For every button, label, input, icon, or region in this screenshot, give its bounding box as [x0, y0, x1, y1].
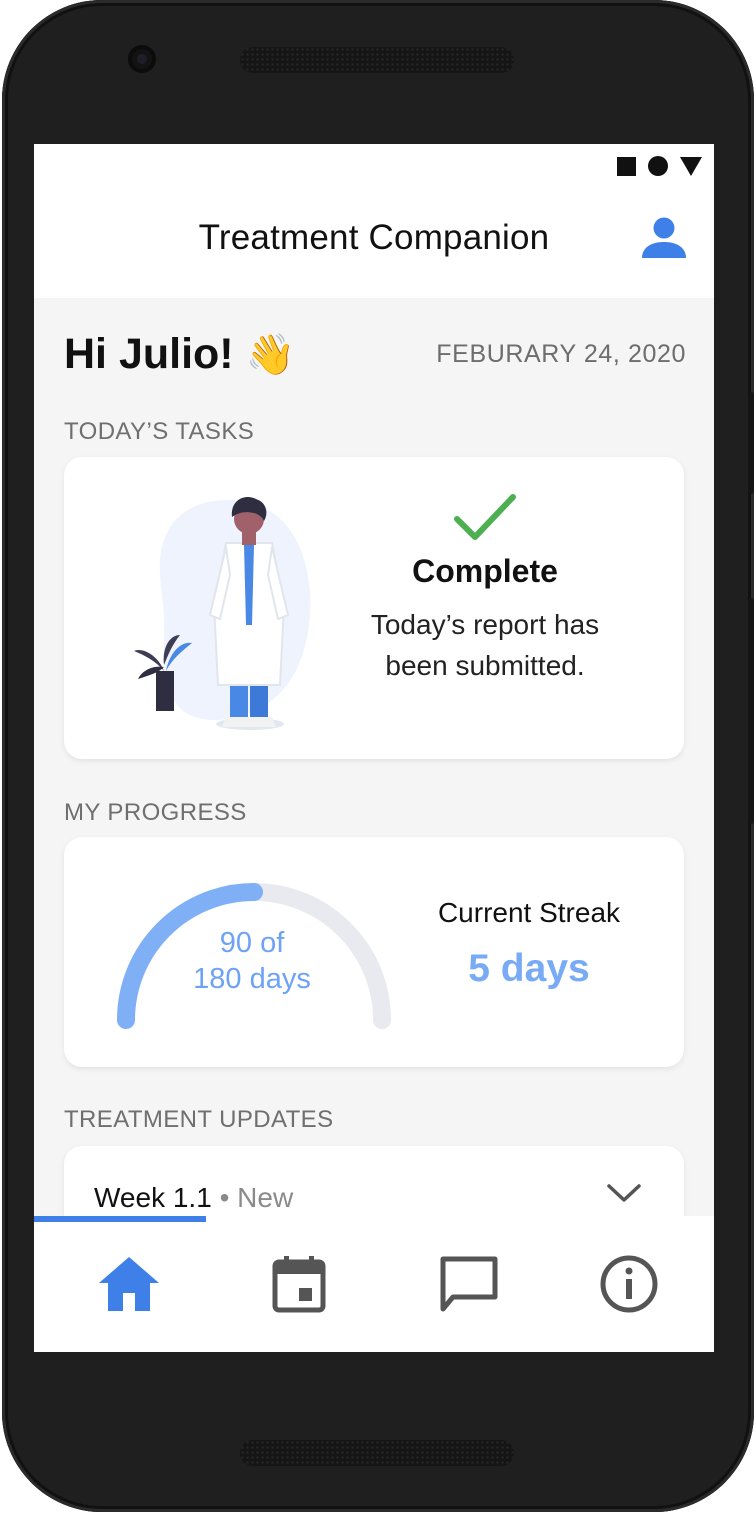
chat-icon — [440, 1256, 498, 1312]
power-button — [748, 392, 754, 494]
app-screen: Treatment Companion Hi Julio! 👋 FEBURARY… — [34, 144, 714, 1352]
gauge-label: 90 of 180 days — [134, 925, 370, 997]
app-bar: Treatment Companion — [34, 144, 714, 298]
greeting-text: Hi Julio! — [64, 330, 234, 378]
nav-messages[interactable] — [384, 1216, 554, 1352]
gauge-days-done: 90 of — [219, 927, 285, 959]
streak-label: Current Streak — [437, 897, 621, 928]
streak-area: Current Streak 5 days — [424, 897, 634, 991]
update-week: Week 1.1 — [94, 1182, 212, 1213]
task-card[interactable]: Complete Today’s report has been submitt… — [64, 457, 684, 759]
calendar-icon — [272, 1256, 326, 1313]
home-icon — [99, 1257, 159, 1311]
nav-home[interactable] — [44, 1216, 214, 1352]
current-date: FEBURARY 24, 2020 — [436, 340, 686, 368]
app-title: Treatment Companion — [198, 218, 550, 257]
nav-info[interactable] — [544, 1216, 714, 1352]
tasks-section-label: TODAY’S TASKS — [64, 418, 255, 445]
greeting: Hi Julio! 👋 — [64, 330, 295, 379]
person-icon — [642, 217, 686, 258]
task-status-area: Complete Today’s report has been submitt… — [354, 493, 616, 686]
progress-section-label: MY PROGRESS — [64, 799, 247, 826]
profile-button[interactable] — [640, 214, 688, 262]
front-camera — [128, 45, 156, 73]
update-badge: New — [237, 1182, 294, 1213]
bottom-speaker — [240, 1440, 514, 1466]
gauge-days-total: 180 days — [193, 963, 311, 995]
update-title: Week 1.1 • New — [94, 1182, 293, 1214]
top-speaker — [240, 47, 514, 73]
volume-button — [748, 598, 754, 824]
streak-value: 5 days — [468, 947, 590, 990]
doctor-illustration — [134, 497, 311, 730]
square-icon — [617, 156, 636, 176]
triangle-icon — [680, 156, 702, 176]
nav-calendar[interactable] — [214, 1216, 384, 1352]
wave-emoji: 👋 — [245, 332, 296, 377]
check-icon — [454, 494, 516, 540]
task-status-title: Complete — [412, 553, 558, 589]
chevron-down-icon[interactable] — [606, 1182, 642, 1204]
circle-icon — [648, 156, 668, 176]
update-separator: • — [219, 1182, 230, 1213]
info-icon — [600, 1255, 658, 1313]
bottom-navigation — [34, 1216, 714, 1352]
progress-card: 90 of 180 days Current Streak 5 days — [64, 837, 684, 1067]
task-status-description: Today’s report has been submitted. — [370, 609, 600, 681]
updates-section-label: TREATMENT UPDATES — [64, 1106, 334, 1133]
status-bar — [617, 156, 702, 176]
